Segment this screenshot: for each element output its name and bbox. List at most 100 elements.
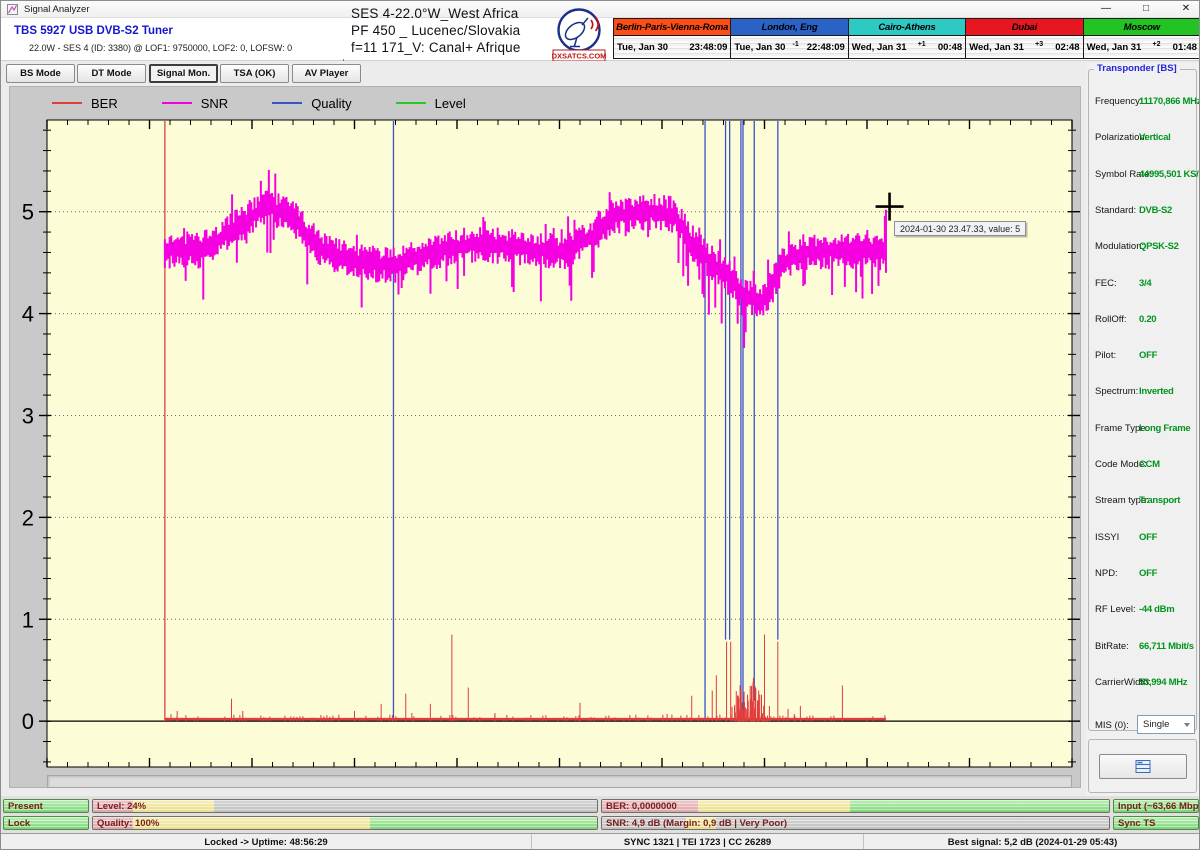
- bar-present: Present: [3, 799, 89, 813]
- clock-city: London, Eng: [731, 19, 847, 36]
- stream-save-button[interactable]: [1099, 754, 1187, 779]
- legend-swatch-quality: [272, 102, 302, 104]
- logo-dish-icon: [559, 10, 600, 51]
- svg-text:1: 1: [22, 607, 34, 632]
- transponder-row: Frequency:11170,866 MHz: [1089, 96, 1196, 110]
- svg-text:4: 4: [22, 302, 34, 327]
- clock-datetime: Wed, Jan 31+201:48: [1084, 36, 1200, 58]
- bar-label: Lock: [8, 818, 30, 829]
- tuner-title: TBS 5927 USB DVB-S2 Tuner: [14, 25, 173, 37]
- clock-offset: +3: [1035, 41, 1043, 48]
- legend-item: SNR: [162, 96, 228, 111]
- transponder-row: BitRate:66,711 Mbit/s: [1089, 641, 1196, 655]
- transponder-row: RollOff:0.20: [1089, 314, 1196, 328]
- row-value: CCM: [1139, 459, 1160, 470]
- mis-select[interactable]: Single: [1137, 715, 1195, 734]
- row-value: 11170,866 MHz: [1139, 96, 1200, 107]
- chart-panel: 012345 BERSNRQualityLevel 2024-01-30 23.…: [9, 86, 1081, 788]
- statusbar-lock-uptime: Locked -> Uptime: 48:56:29: [1, 834, 531, 850]
- disk-icon: [1135, 760, 1151, 773]
- tab-bs-mode[interactable]: BS Mode: [6, 64, 75, 83]
- app-icon: [7, 4, 18, 15]
- groupbox-title: Transponder [BS]: [1094, 63, 1180, 74]
- close-button[interactable]: ✕: [1171, 1, 1200, 17]
- legend-label: BER: [91, 96, 118, 111]
- sidebar: Transponder [BS] Frequency:11170,866 MHz…: [1086, 63, 1199, 796]
- row-label: RF Level:: [1095, 604, 1136, 615]
- bar-label: Quality: 100%: [97, 818, 159, 829]
- legend-label: Quality: [311, 96, 351, 111]
- legend-item: Level: [396, 96, 466, 111]
- satellite-line: PF 450 _ Lucenec/Slovakia: [351, 22, 521, 39]
- transponder-row: Code Mode:CCM: [1089, 459, 1196, 473]
- transponder-row: NPD: OFF: [1089, 568, 1196, 582]
- transponder-row: ISSYI OFF: [1089, 532, 1196, 546]
- svg-text:3: 3: [22, 403, 34, 428]
- tab-av-player[interactable]: AV Player: [292, 64, 361, 83]
- legend-label: SNR: [201, 96, 228, 111]
- clock-cell: Cairo-AthensWed, Jan 31+100:48: [849, 19, 965, 58]
- row-value: -44 dBm: [1139, 604, 1174, 615]
- satellite-info: SES 4-22.0°W_West Africa PF 450 _ Lucene…: [351, 5, 521, 57]
- row-label: ISSYI: [1095, 532, 1119, 543]
- row-label: Pilot:: [1095, 350, 1116, 361]
- bar-label: Input (~63,66 Mbps): [1118, 801, 1199, 812]
- clock-time: 00:48: [938, 42, 962, 53]
- tab-dt-mode[interactable]: DT Mode: [77, 64, 146, 83]
- clock-datetime: Wed, Jan 31+100:48: [849, 36, 965, 58]
- row-value: Inverted: [1139, 386, 1174, 397]
- chart-hscrollbar[interactable]: [47, 775, 1072, 788]
- status-bars: Present Level: 24% BER: 0,0000000 Input (~6…: [1, 796, 1200, 833]
- legend-label: Level: [435, 96, 466, 111]
- tuner-subtitle: 22.0W - SES 4 (ID: 3380) @ LOF1: 9750000…: [29, 43, 292, 53]
- svg-text:5: 5: [22, 200, 34, 225]
- tab-tsa-ok-[interactable]: TSA (OK): [220, 64, 289, 83]
- transponder-row: Polarization:Vertical: [1089, 132, 1196, 146]
- clock-city: Berlin-Paris-Vienna-Roma: [614, 19, 730, 36]
- transponder-row: Stream type:Transport: [1089, 495, 1196, 509]
- clock-cell: MoscowWed, Jan 31+201:48: [1084, 19, 1200, 58]
- row-value: 3/4: [1139, 278, 1151, 289]
- chart-tooltip: 2024-01-30 23.47.33, value: 5: [894, 221, 1026, 236]
- tab-signal-mon-[interactable]: Signal Mon.: [149, 64, 218, 83]
- transponder-row: Pilot: OFF: [1089, 350, 1196, 364]
- chart-legend: BER SNR Quality Level: [52, 93, 510, 113]
- row-label: FEC:: [1095, 278, 1117, 289]
- transponder-groupbox: Transponder [BS] Frequency:11170,866 MHz…: [1088, 69, 1197, 731]
- maximize-button[interactable]: □: [1131, 1, 1161, 17]
- bar-label: BER: 0,0000000: [606, 801, 677, 812]
- row-value: OFF: [1139, 532, 1157, 543]
- clock-date: Tue, Jan 30: [734, 42, 785, 53]
- bar-ber: BER: 0,0000000: [601, 799, 1110, 813]
- statusbar-best-signal: Best signal: 5,2 dB (2024-01-29 05:43): [863, 834, 1200, 850]
- clock-date: Tue, Jan 30: [617, 42, 668, 53]
- row-value: QPSK-S2: [1139, 241, 1179, 252]
- row-value: 44995,501 KS/s: [1139, 169, 1200, 180]
- bar-segment-gray: [214, 800, 597, 812]
- dxsatcs-logo: DXSATCS.COM: [548, 6, 610, 64]
- clock-offset: +2: [1153, 41, 1161, 48]
- mis-label: MIS (0):: [1095, 720, 1129, 731]
- row-label: Modulation:: [1095, 241, 1144, 252]
- signal-chart[interactable]: 012345: [10, 87, 1082, 789]
- clock-time: 23:48:09: [689, 42, 727, 53]
- bar-lock: Lock: [3, 816, 89, 830]
- transponder-row: Spectrum:Inverted: [1089, 386, 1196, 400]
- clock-datetime: Tue, Jan 30-122:48:09: [731, 36, 847, 58]
- bar-snr: SNR: 4,9 dB (Margin: 0,9 dB | Very Poor): [601, 816, 1110, 830]
- clock-cell: London, EngTue, Jan 30-122:48:09: [731, 19, 847, 58]
- row-value: OFF: [1139, 350, 1157, 361]
- clock-datetime: Wed, Jan 31+302:48: [966, 36, 1082, 58]
- bar-label: Level: 24%: [97, 801, 146, 812]
- clock-offset: +1: [918, 41, 926, 48]
- bar-segment-green: [370, 817, 597, 829]
- legend-swatch-snr: [162, 102, 192, 104]
- minimize-button[interactable]: —: [1091, 1, 1121, 17]
- clock-cell: Berlin-Paris-Vienna-Roma Tue, Jan 30 23:48…: [614, 19, 730, 58]
- statusbar: Locked -> Uptime: 48:56:29 SYNC 1321 | T…: [1, 833, 1200, 850]
- bar-segment-yellow: [698, 800, 850, 812]
- row-value: OFF: [1139, 568, 1157, 579]
- row-label: NPD:: [1095, 568, 1118, 579]
- row-value: 66,711 Mbit/s: [1139, 641, 1194, 652]
- bar-segment-green: [850, 800, 1109, 812]
